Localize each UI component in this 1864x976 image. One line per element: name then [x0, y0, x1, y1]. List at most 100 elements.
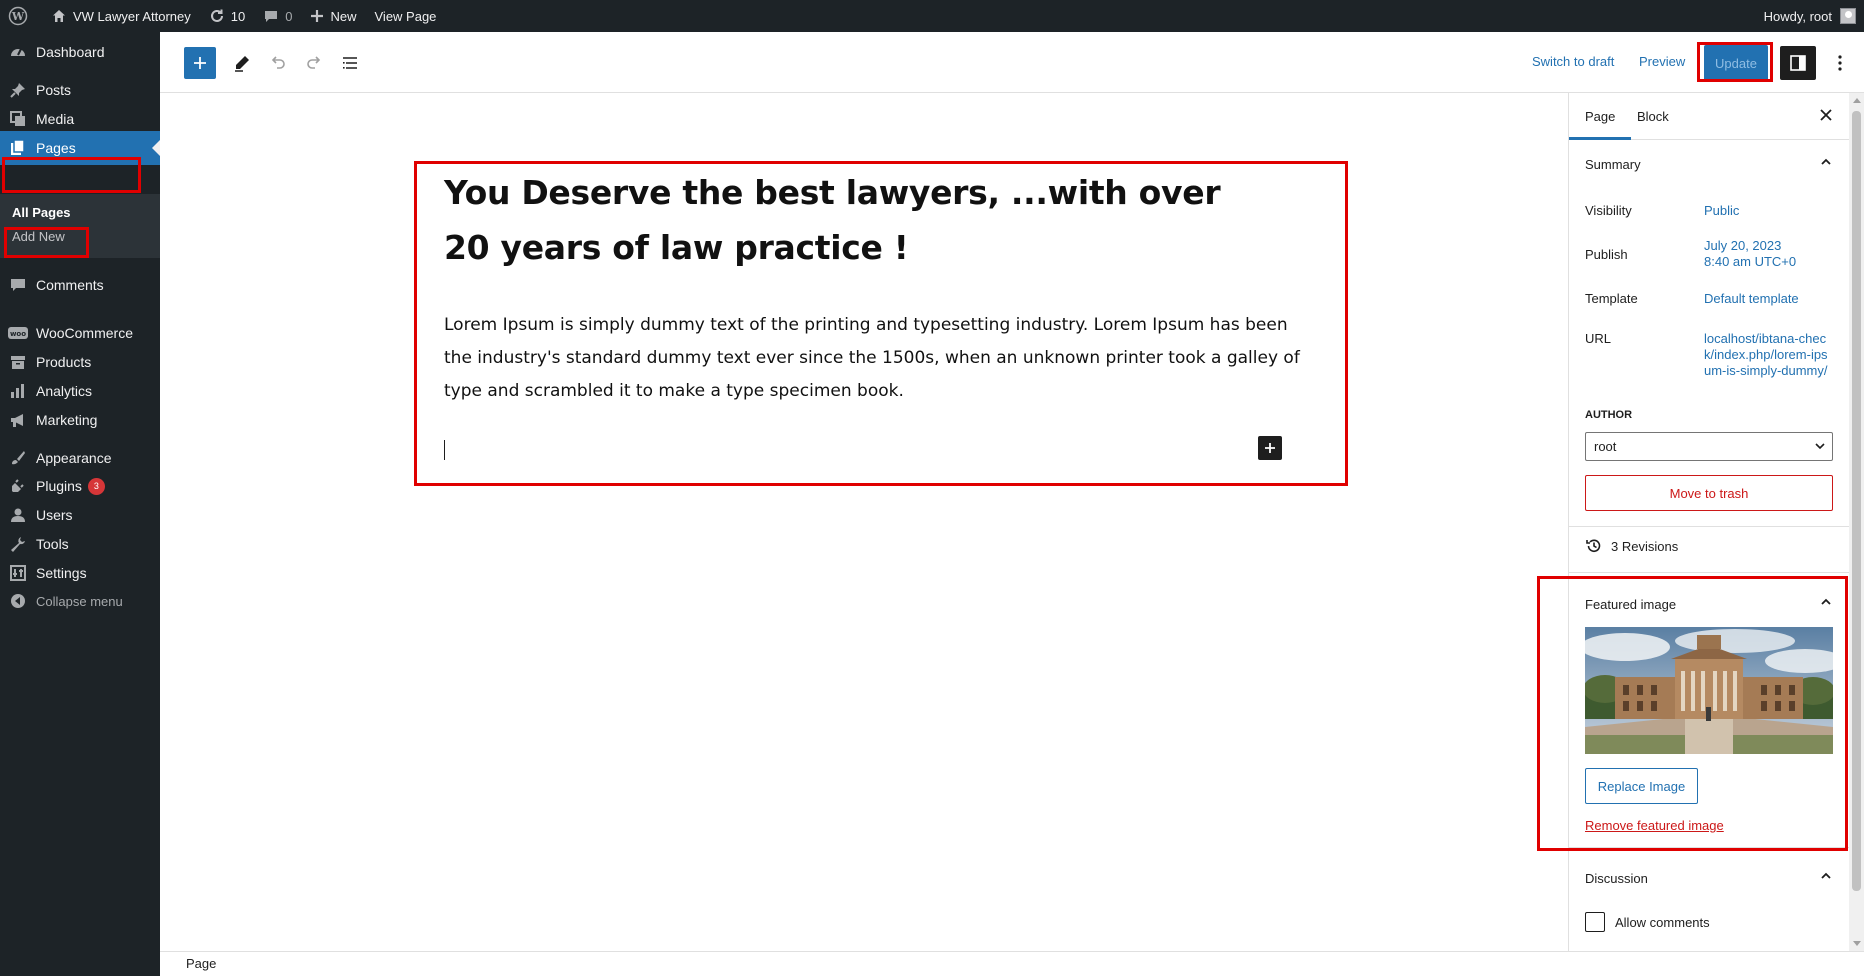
revisions-label: 3 Revisions — [1611, 538, 1679, 554]
divider — [1569, 526, 1849, 527]
divider — [1569, 572, 1849, 573]
settings-sidebar: Page Block Summary Visibility Public Pub… — [1568, 93, 1849, 951]
tab-block[interactable]: Block — [1621, 93, 1685, 140]
home-icon — [53, 10, 65, 22]
view-page-label: View Page — [374, 8, 437, 24]
sidebar-scrollbar[interactable] — [1849, 93, 1864, 951]
user-icon — [0, 506, 36, 524]
tools-edit-button[interactable] — [228, 49, 256, 77]
settings-sliders-icon — [0, 564, 36, 582]
pages-icon — [0, 139, 36, 157]
menu-label: Pages — [36, 140, 76, 156]
more-vertical-icon — [1838, 55, 1842, 71]
undo-icon — [271, 56, 285, 69]
bar-chart-icon — [0, 382, 36, 400]
admin-bar: W VW Lawyer Attorney 10 0 New View Page … — [0, 0, 1864, 32]
template-label: Template — [1585, 291, 1638, 306]
menu-marketing[interactable]: Marketing — [0, 403, 160, 437]
comments-count: 0 — [285, 8, 293, 24]
allow-comments-label[interactable]: Allow comments — [1615, 915, 1710, 930]
undo-button[interactable] — [264, 49, 292, 77]
editor-footer: Page — [160, 951, 1864, 976]
plug-icon — [0, 477, 36, 495]
preview-button[interactable]: Preview — [1639, 54, 1685, 69]
history-icon — [1586, 539, 1601, 553]
visibility-value[interactable]: Public — [1704, 203, 1834, 219]
menu-label: Settings — [36, 565, 87, 581]
editor-header: Switch to draft Preview Update — [160, 32, 1864, 93]
svg-text:woo: woo — [10, 330, 26, 338]
remove-featured-image-link[interactable]: Remove featured image — [1585, 818, 1724, 833]
scrollbar-thumb[interactable] — [1852, 111, 1861, 891]
pages-submenu: All Pages Add New — [0, 194, 160, 258]
howdy-text: Howdy, root — [1763, 8, 1832, 24]
featured-image-preview[interactable] — [1585, 627, 1833, 754]
wordpress-logo-icon[interactable]: W — [0, 0, 42, 32]
url-value[interactable]: localhost/ibtana-check/index.php/lorem-i… — [1704, 331, 1834, 379]
block-inserter-button[interactable] — [184, 47, 216, 79]
close-icon[interactable] — [1818, 107, 1834, 126]
new-content-link[interactable]: New — [301, 0, 365, 32]
menu-label: Dashboard — [36, 44, 105, 60]
divider — [1569, 847, 1849, 848]
revisions-link[interactable]: 3 Revisions — [1585, 537, 1678, 555]
update-button[interactable]: Update — [1704, 45, 1768, 81]
switch-to-draft-button[interactable]: Switch to draft — [1532, 54, 1614, 69]
settings-sidebar-toggle[interactable] — [1780, 46, 1816, 80]
allow-comments-checkbox[interactable] — [1585, 912, 1605, 932]
chevron-up-icon[interactable] — [1819, 595, 1833, 612]
menu-comments[interactable]: Comments — [0, 268, 160, 302]
my-account[interactable]: Howdy, root — [1764, 0, 1864, 32]
options-menu-button[interactable] — [1828, 49, 1852, 77]
paragraph-block[interactable]: Lorem Ipsum is simply dummy text of the … — [444, 309, 1304, 408]
menu-label: Posts — [36, 82, 72, 98]
archive-box-icon — [0, 353, 36, 371]
new-label: New — [330, 8, 357, 24]
submenu-all-pages[interactable]: All Pages — [12, 205, 71, 220]
avatar — [1840, 8, 1856, 24]
menu-dashboard[interactable]: Dashboard — [0, 35, 160, 69]
empty-paragraph-caret[interactable] — [444, 440, 445, 460]
document-overview-button[interactable] — [336, 49, 364, 77]
featured-image-panel-toggle[interactable]: Featured image — [1585, 597, 1676, 612]
post-title[interactable]: You Deserve the best lawyers, ...with ov… — [444, 165, 1224, 275]
template-value[interactable]: Default template — [1704, 291, 1834, 307]
comment-bubble-icon — [0, 276, 36, 294]
site-name-link[interactable]: VW Lawyer Attorney — [42, 0, 200, 32]
menu-label: Users — [36, 507, 73, 523]
updates-link[interactable]: 10 — [200, 0, 254, 32]
menu-label: Media — [36, 111, 75, 127]
chevron-up-icon[interactable] — [1819, 155, 1833, 172]
menu-label: Tools — [36, 536, 69, 552]
menu-label: Plugins — [36, 478, 82, 494]
site-name: VW Lawyer Attorney — [73, 8, 191, 24]
add-block-button[interactable] — [1258, 436, 1282, 460]
summary-panel-toggle[interactable]: Summary — [1585, 157, 1641, 172]
wrench-icon — [0, 535, 36, 553]
block-breadcrumb[interactable]: Page — [186, 956, 216, 971]
replace-image-button[interactable]: Replace Image — [1585, 768, 1698, 804]
scroll-down-arrow-icon[interactable] — [1853, 941, 1861, 946]
discussion-panel-toggle[interactable]: Discussion — [1585, 871, 1648, 886]
plus-icon — [311, 10, 324, 22]
submenu-add-new[interactable]: Add New — [12, 229, 65, 244]
scroll-up-arrow-icon[interactable] — [1853, 98, 1861, 103]
redo-icon — [307, 56, 321, 69]
media-icon — [0, 110, 36, 128]
plus-icon — [194, 57, 206, 69]
move-to-trash-button[interactable]: Move to trash — [1585, 475, 1833, 511]
comments-link[interactable]: 0 — [254, 0, 301, 32]
publish-date-button[interactable]: July 20, 2023 8:40 am UTC+0 — [1704, 238, 1834, 270]
redo-button[interactable] — [300, 49, 328, 77]
plus-icon — [1265, 443, 1275, 453]
collapse-menu-button[interactable]: Collapse menu — [0, 584, 160, 618]
megaphone-icon — [0, 411, 36, 429]
menu-label: WooCommerce — [36, 325, 133, 341]
author-select[interactable]: root — [1585, 432, 1833, 461]
admin-menu: Dashboard Posts Media Pages All Pages Ad… — [0, 32, 160, 976]
menu-pages[interactable]: Pages — [0, 131, 160, 165]
view-page-link[interactable]: View Page — [366, 0, 446, 32]
visibility-label: Visibility — [1585, 203, 1632, 218]
chevron-up-icon[interactable] — [1819, 869, 1833, 886]
publish-date: July 20, 2023 — [1704, 238, 1782, 253]
